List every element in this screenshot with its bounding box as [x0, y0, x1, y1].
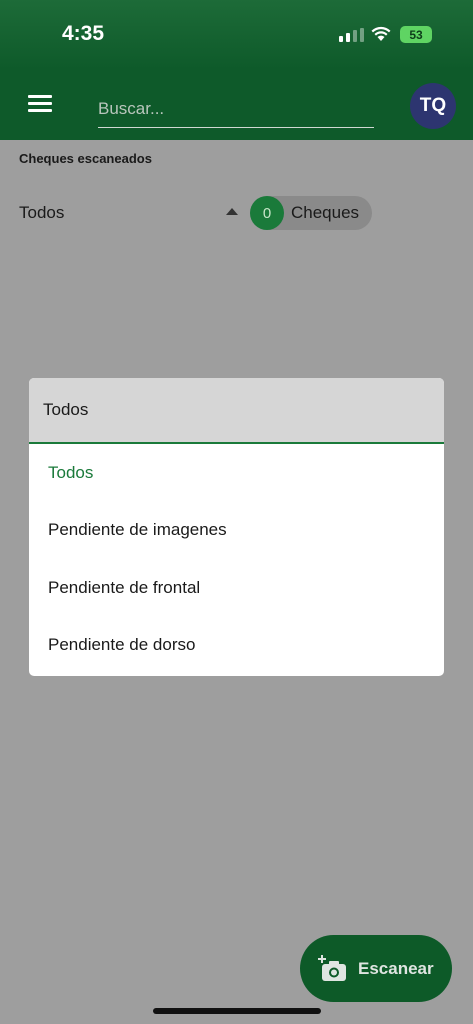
option-pendiente-frontal[interactable]: Pendiente de frontal	[29, 559, 444, 617]
count-label: Cheques	[291, 203, 360, 222]
search-input[interactable]	[98, 90, 374, 128]
dropdown-header[interactable]: Todos	[29, 378, 444, 444]
menu-icon[interactable]	[28, 95, 52, 115]
wifi-icon	[371, 26, 391, 41]
option-pendiente-dorso[interactable]: Pendiente de dorso	[29, 617, 444, 675]
scan-button[interactable]: Escanear	[300, 935, 452, 1002]
avatar[interactable]: TQ	[410, 83, 456, 129]
scan-button-label: Escanear	[358, 958, 434, 978]
option-todos[interactable]: Todos	[29, 444, 444, 502]
battery-level: 53	[409, 27, 423, 42]
avatar-initials: TQ	[419, 95, 447, 116]
battery-icon: 53	[400, 26, 432, 43]
status-bar: 4:35 53	[0, 0, 473, 70]
arrow-up-icon[interactable]	[226, 208, 238, 215]
filter-dropdown-menu: Todos Todos Pendiente de imagenes Pendie…	[29, 378, 444, 676]
status-time: 4:35	[62, 22, 105, 45]
home-indicator	[153, 1008, 321, 1014]
app-bar: TQ	[0, 70, 473, 140]
filter-dropdown[interactable]: Todos	[19, 203, 64, 223]
camera-add-icon	[318, 954, 346, 981]
cheque-count-chip: 0 Cheques	[250, 196, 372, 230]
option-pendiente-imagenes[interactable]: Pendiente de imagenes	[29, 502, 444, 560]
signal-icon	[339, 28, 364, 42]
section-title: Cheques escaneados	[19, 151, 152, 166]
count-badge: 0	[250, 196, 284, 230]
